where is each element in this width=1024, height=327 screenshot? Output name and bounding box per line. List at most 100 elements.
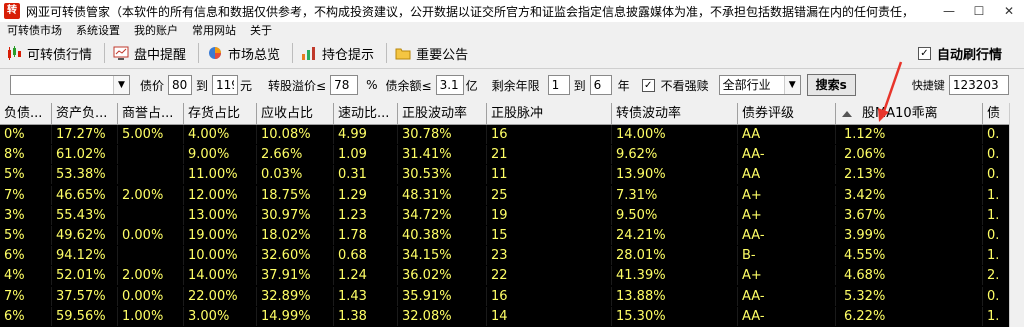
column-header[interactable]: 资产负...: [52, 103, 118, 125]
table-cell: 0.68: [334, 246, 398, 266]
column-header[interactable]: 存货占比: [184, 103, 257, 125]
table-cell: 53.38%: [52, 165, 118, 185]
table-cell: 0.: [983, 165, 1010, 185]
menu-item-account[interactable]: 我的账户: [134, 22, 178, 38]
column-header[interactable]: 负债...: [0, 103, 52, 125]
table-cell: 14.00%: [184, 266, 257, 286]
table-cell: 32.60%: [257, 246, 334, 266]
balance-input[interactable]: [435, 75, 464, 95]
column-header[interactable]: 债: [983, 103, 1010, 125]
table-cell: 5%: [0, 226, 52, 245]
table-cell: 0.: [983, 145, 1010, 165]
table-cell: 61.02%: [52, 145, 118, 165]
maximize-button[interactable]: ☐: [964, 0, 994, 22]
price-to-label: 到: [196, 78, 209, 93]
table-cell: 3.67%: [836, 205, 983, 225]
auto-refresh-toggle[interactable]: ✓ 自动刷行情: [917, 44, 1002, 63]
auto-refresh-checkbox[interactable]: ✓: [917, 47, 931, 60]
table-row[interactable]: 0% 17.27% 5.00% 4.00% 10.08% 4.99 30.78% 16 14.0…: [0, 125, 1010, 144]
table-cell: 52.01%: [52, 266, 118, 286]
industry-select[interactable]: 全部行业 ▼: [718, 75, 801, 95]
table-cell: 1.29: [334, 185, 398, 205]
table-cell: 2.13%: [836, 165, 983, 185]
menu-item-websites[interactable]: 常用网站: [192, 22, 236, 38]
table-cell: 59.56%: [52, 306, 118, 326]
column-header[interactable]: 正股波动率: [398, 103, 487, 125]
toolbar-alert-label: 盘中提醒: [134, 47, 187, 63]
hotkey-input[interactable]: [948, 75, 1009, 95]
monitor-alert-icon: [113, 46, 129, 60]
table-row[interactable]: 7% 37.57% 0.00% 22.00% 32.89% 1.43 35.91% 16 13.…: [0, 286, 1010, 306]
toolbar-notice-button[interactable]: 重要公告: [389, 40, 474, 66]
table-cell: 7%: [0, 185, 52, 205]
price-from-input[interactable]: [168, 75, 193, 95]
no-forced-redeem-checkbox[interactable]: ✓: [641, 78, 655, 92]
toolbar-quotes-button[interactable]: 可转债行情: [0, 40, 98, 66]
menu-item-market[interactable]: 可转债市场: [7, 22, 62, 38]
years-from-input[interactable]: [547, 75, 570, 95]
minimize-button[interactable]: —: [934, 0, 964, 22]
column-header[interactable]: 转债波动率: [612, 103, 738, 125]
table-cell: 0.00%: [118, 286, 184, 306]
title-bar: 转 网亚可转债管家（本软件的所有信息和数据仅供参考，不构成投资建议，公开数据以证…: [0, 0, 1024, 23]
column-header[interactable]: 正股脉冲: [487, 103, 612, 125]
toolbar-overview-button[interactable]: 市场总览: [201, 40, 286, 66]
table-cell: 21: [487, 145, 612, 165]
table-cell: [118, 165, 184, 185]
table-row[interactable]: 5% 49.62% 0.00% 19.00% 18.02% 1.78 40.38% 15 24.…: [0, 226, 1010, 245]
main-toolbar: 可转债行情 盘中提醒 市场总览 持仓提示 重要公告: [0, 38, 1024, 69]
premium-unit-label: %: [366, 78, 378, 92]
bond-price-label: 债价: [140, 78, 165, 93]
column-header[interactable]: 应收占比: [257, 103, 334, 125]
table-cell: 49.62%: [52, 226, 118, 245]
chevron-down-icon: ▼: [783, 76, 800, 94]
table-cell: 32.89%: [257, 286, 334, 306]
table-cell: 7.31%: [612, 185, 738, 205]
table-cell: 1.09: [334, 145, 398, 165]
table-cell: 48.31%: [398, 185, 487, 205]
table-row[interactable]: 5% 53.38% 11.00% 0.03% 0.31 30.53% 11 13.90% AA 2…: [0, 165, 1010, 185]
column-header-sorted[interactable]: 股MA10乖离: [836, 103, 983, 125]
menu-item-settings[interactable]: 系统设置: [76, 22, 120, 38]
table-cell: AA: [738, 125, 836, 144]
table-cell: 3%: [0, 205, 52, 225]
close-button[interactable]: ✕: [994, 0, 1024, 22]
table-cell: 19.00%: [184, 226, 257, 245]
column-header[interactable]: 速动比...: [334, 103, 398, 125]
table-row[interactable]: 6% 59.56% 1.00% 3.00% 14.99% 1.38 32.08% 14 15.3…: [0, 306, 1010, 326]
toolbar-divider: [386, 43, 388, 63]
table-cell: 1.: [983, 246, 1010, 266]
table-cell: 3.00%: [184, 306, 257, 326]
table-cell: 2.00%: [118, 266, 184, 286]
premium-input[interactable]: [330, 75, 359, 95]
table-row[interactable]: 8% 61.02% 9.00% 2.66% 1.09 31.41% 21 9.62% AA- 2.…: [0, 145, 1010, 165]
table-row[interactable]: 7% 46.65% 2.00% 12.00% 18.75% 1.29 48.31% 25 7.3…: [0, 185, 1010, 205]
table-cell: 9.50%: [612, 205, 738, 225]
table-cell: AA-: [738, 286, 836, 306]
table-row[interactable]: 4% 52.01% 2.00% 14.00% 37.91% 1.24 36.02% 22 41.…: [0, 266, 1010, 286]
column-header[interactable]: 商誉占...: [118, 103, 184, 125]
search-button[interactable]: 搜索s: [806, 74, 856, 96]
table-cell: 1.24: [334, 266, 398, 286]
table-cell: 35.91%: [398, 286, 487, 306]
years-to-input[interactable]: [589, 75, 612, 95]
table-cell: 6.22%: [836, 306, 983, 326]
table-cell: 18.02%: [257, 226, 334, 245]
column-header[interactable]: 债券评级: [738, 103, 836, 125]
table-cell: 0.31: [334, 165, 398, 185]
menu-item-about[interactable]: 关于: [250, 22, 272, 38]
table-cell: 15.30%: [612, 306, 738, 326]
table-cell: 23: [487, 246, 612, 266]
toolbar-alert-button[interactable]: 盘中提醒: [107, 40, 192, 66]
bond-category-select[interactable]: ▼: [10, 75, 130, 95]
table-cell: 0.: [983, 226, 1010, 245]
table-row[interactable]: 3% 55.43% 13.00% 30.97% 1.23 34.72% 19 9.50% A+ 3…: [0, 205, 1010, 225]
table-cell: 0.: [983, 286, 1010, 306]
toolbar-position-button[interactable]: 持仓提示: [295, 40, 380, 66]
price-to-input[interactable]: [212, 75, 239, 95]
candlestick-chart-icon: [8, 46, 21, 60]
table-cell: 34.15%: [398, 246, 487, 266]
table-row[interactable]: 6% 94.12% 10.00% 32.60% 0.68 34.15% 23 28.01% B-…: [0, 246, 1010, 266]
vertical-scrollbar[interactable]: [1009, 103, 1024, 327]
table-cell: 32.08%: [398, 306, 487, 326]
